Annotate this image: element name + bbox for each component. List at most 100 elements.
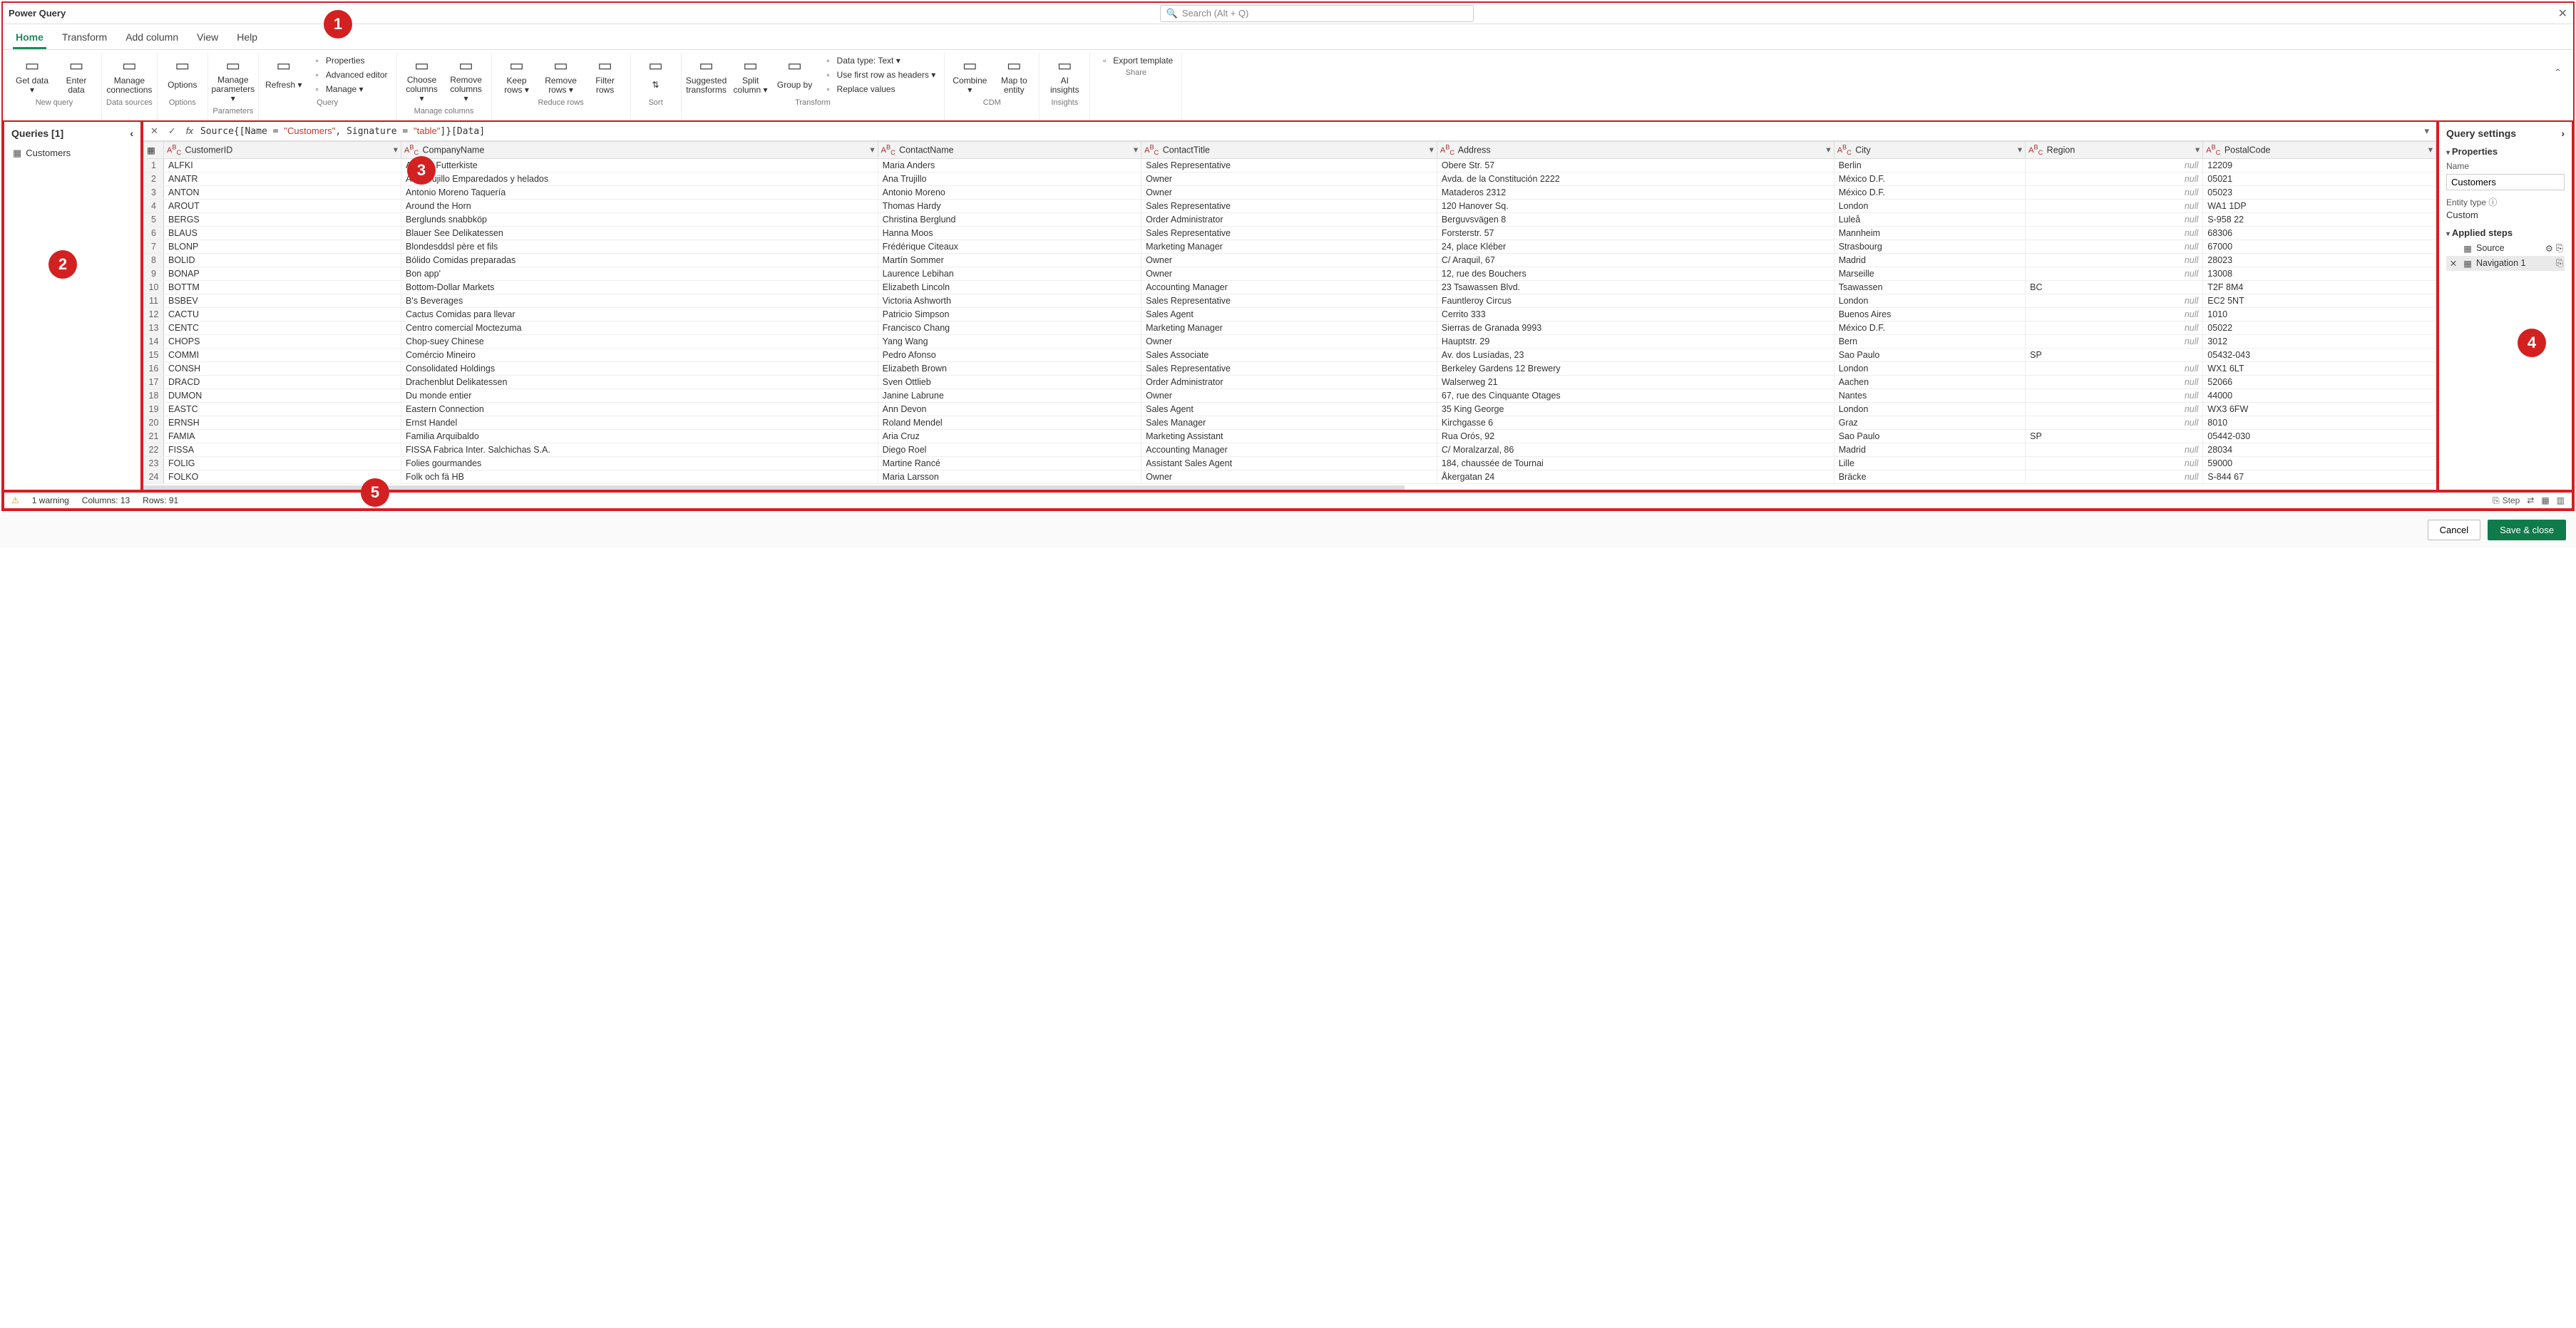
cell[interactable]: Martín Sommer bbox=[878, 254, 1141, 267]
ribbon-button[interactable]: ▭Choose columns ▾ bbox=[401, 54, 443, 105]
cell[interactable]: null bbox=[2026, 267, 2203, 281]
row-number[interactable]: 2 bbox=[144, 173, 164, 186]
cell[interactable]: Marketing Manager bbox=[1141, 240, 1437, 254]
cell[interactable]: Around the Horn bbox=[401, 200, 878, 213]
horizontal-scrollbar[interactable] bbox=[143, 485, 1405, 490]
cell[interactable]: Thomas Hardy bbox=[878, 200, 1141, 213]
cell[interactable]: Maria Anders bbox=[878, 159, 1141, 173]
cell[interactable]: 05023 bbox=[2203, 186, 2436, 200]
cell[interactable]: Alfreds Futterkiste bbox=[401, 159, 878, 173]
cell[interactable]: Owner bbox=[1141, 389, 1437, 403]
ribbon-button[interactable]: ▭Suggested transforms bbox=[686, 54, 727, 97]
applied-steps-section[interactable]: Applied steps bbox=[2446, 225, 2565, 241]
cell[interactable]: Folk och fä HB bbox=[401, 470, 878, 484]
ribbon-button[interactable]: ▭Filter rows bbox=[585, 54, 626, 97]
cell[interactable]: 05432-043 bbox=[2203, 349, 2436, 362]
cell[interactable]: Consolidated Holdings bbox=[401, 362, 878, 376]
applied-step[interactable]: ✕▦Navigation 1⎘ bbox=[2446, 256, 2565, 271]
row-number[interactable]: 5 bbox=[144, 213, 164, 227]
column-view-icon[interactable]: ▥ bbox=[2557, 495, 2565, 505]
cell[interactable]: null bbox=[2026, 200, 2203, 213]
cell[interactable]: Order Administrator bbox=[1141, 376, 1437, 389]
row-number[interactable]: 1 bbox=[144, 159, 164, 173]
cell[interactable]: null bbox=[2026, 186, 2203, 200]
table-row[interactable]: 18DUMONDu monde entierJanine LabruneOwne… bbox=[144, 389, 2436, 403]
cell[interactable]: Chop-suey Chinese bbox=[401, 335, 878, 349]
tab-add-column[interactable]: Add column bbox=[123, 27, 181, 49]
cell[interactable]: T2F 8M4 bbox=[2203, 281, 2436, 294]
cell[interactable]: FAMIA bbox=[164, 430, 401, 443]
filter-icon[interactable]: ▾ bbox=[1826, 144, 1830, 155]
column-header[interactable]: ABC CompanyName ▾ bbox=[401, 141, 878, 159]
cell[interactable]: Madrid bbox=[1834, 254, 2025, 267]
cell[interactable]: BOLID bbox=[164, 254, 401, 267]
cell[interactable]: SP bbox=[2026, 430, 2203, 443]
cell[interactable]: 1010 bbox=[2203, 308, 2436, 321]
cell[interactable]: Marketing Manager bbox=[1141, 321, 1437, 335]
ribbon-button[interactable]: ▭Group by bbox=[774, 54, 816, 97]
cell[interactable]: null bbox=[2026, 227, 2203, 240]
cell[interactable]: DRACD bbox=[164, 376, 401, 389]
cell[interactable]: Aachen bbox=[1834, 376, 2025, 389]
cell[interactable]: Owner bbox=[1141, 267, 1437, 281]
cell[interactable]: 67000 bbox=[2203, 240, 2436, 254]
ribbon-button[interactable]: ▫Advanced editor bbox=[307, 68, 392, 81]
cell[interactable]: Marseille bbox=[1834, 267, 2025, 281]
tab-view[interactable]: View bbox=[194, 27, 221, 49]
cell[interactable]: null bbox=[2026, 159, 2203, 173]
cell[interactable]: FISSA bbox=[164, 443, 401, 457]
cell[interactable]: 12209 bbox=[2203, 159, 2436, 173]
cell[interactable]: Rua Orós, 92 bbox=[1437, 430, 1834, 443]
cell[interactable]: Familia Arquibaldo bbox=[401, 430, 878, 443]
cell[interactable]: BSBEV bbox=[164, 294, 401, 308]
cell[interactable]: Roland Mendel bbox=[878, 416, 1141, 430]
cell[interactable]: Bottom-Dollar Markets bbox=[401, 281, 878, 294]
cell[interactable]: WX1 6LT bbox=[2203, 362, 2436, 376]
table-row[interactable]: 23FOLIGFolies gourmandesMartine RancéAss… bbox=[144, 457, 2436, 470]
cell[interactable]: 67, rue des Cinquante Otages bbox=[1437, 389, 1834, 403]
cell[interactable]: Blauer See Delikatessen bbox=[401, 227, 878, 240]
cell[interactable]: Elizabeth Brown bbox=[878, 362, 1141, 376]
row-number[interactable]: 18 bbox=[144, 389, 164, 403]
row-number[interactable]: 17 bbox=[144, 376, 164, 389]
tab-help[interactable]: Help bbox=[234, 27, 260, 49]
cell[interactable]: 68306 bbox=[2203, 227, 2436, 240]
cell[interactable]: C/ Moralzarzal, 86 bbox=[1437, 443, 1834, 457]
row-number[interactable]: 7 bbox=[144, 240, 164, 254]
cell[interactable]: Sales Manager bbox=[1141, 416, 1437, 430]
row-number[interactable]: 11 bbox=[144, 294, 164, 308]
cell[interactable]: Sven Ottlieb bbox=[878, 376, 1141, 389]
ribbon-collapse-icon[interactable]: ⌃ bbox=[2547, 53, 2569, 120]
table-row[interactable]: 16CONSHConsolidated HoldingsElizabeth Br… bbox=[144, 362, 2436, 376]
filter-icon[interactable]: ▾ bbox=[2018, 144, 2022, 155]
column-header[interactable]: ABC Region ▾ bbox=[2026, 141, 2203, 159]
step-tool[interactable]: ⎘ Step bbox=[2493, 495, 2520, 506]
cell[interactable]: Cactus Comidas para llevar bbox=[401, 308, 878, 321]
cell[interactable]: 05442-030 bbox=[2203, 430, 2436, 443]
table-row[interactable]: 1ALFKIAlfreds FutterkisteMaria AndersSal… bbox=[144, 159, 2436, 173]
cell[interactable]: FOLIG bbox=[164, 457, 401, 470]
cell[interactable]: Nantes bbox=[1834, 389, 2025, 403]
cell[interactable]: Bern bbox=[1834, 335, 2025, 349]
cell[interactable]: 13008 bbox=[2203, 267, 2436, 281]
cell[interactable]: Åkergatan 24 bbox=[1437, 470, 1834, 484]
cell[interactable]: CHOPS bbox=[164, 335, 401, 349]
cell[interactable]: BLAUS bbox=[164, 227, 401, 240]
cell[interactable]: 120 Hanover Sq. bbox=[1437, 200, 1834, 213]
ribbon-button[interactable]: ▭Manage parameters ▾ bbox=[212, 54, 254, 105]
data-grid[interactable]: ▦ABC CustomerID ▾ABC CompanyName ▾ABC Co… bbox=[143, 141, 2436, 490]
row-number[interactable]: 13 bbox=[144, 321, 164, 335]
cell[interactable]: Berlin bbox=[1834, 159, 2025, 173]
cell[interactable]: EASTC bbox=[164, 403, 401, 416]
cell[interactable]: Maria Larsson bbox=[878, 470, 1141, 484]
cell[interactable]: Folies gourmandes bbox=[401, 457, 878, 470]
row-number[interactable]: 24 bbox=[144, 470, 164, 484]
close-icon[interactable]: ✕ bbox=[2558, 6, 2567, 21]
cell[interactable]: BERGS bbox=[164, 213, 401, 227]
cell[interactable]: Fauntleroy Circus bbox=[1437, 294, 1834, 308]
cell[interactable]: null bbox=[2026, 457, 2203, 470]
cell[interactable]: Bólido Comidas preparadas bbox=[401, 254, 878, 267]
cell[interactable]: Elizabeth Lincoln bbox=[878, 281, 1141, 294]
cell[interactable]: Blondesddsl père et fils bbox=[401, 240, 878, 254]
cell[interactable]: Berkeley Gardens 12 Brewery bbox=[1437, 362, 1834, 376]
